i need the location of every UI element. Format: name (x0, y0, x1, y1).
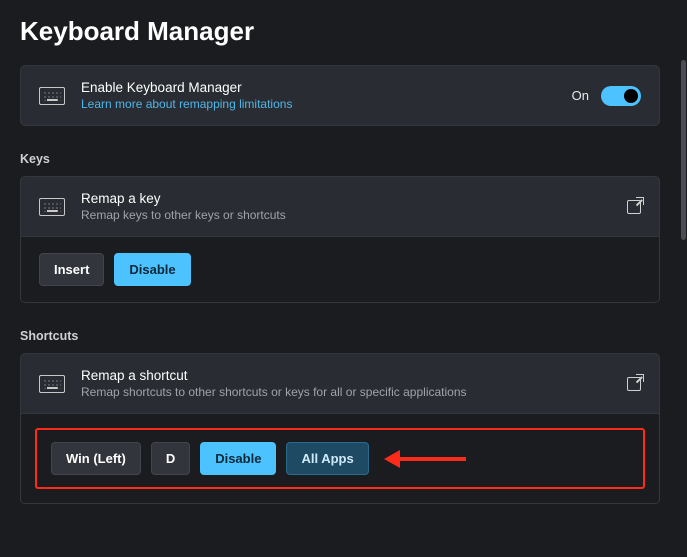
key-chip-target[interactable]: Disable (114, 253, 190, 286)
shortcut-chip-disable[interactable]: Disable (200, 442, 276, 475)
enable-keyboard-manager-card: Enable Keyboard Manager Learn more about… (20, 65, 660, 126)
open-remap-shortcut-icon[interactable] (627, 377, 641, 391)
shortcut-chip-win[interactable]: Win (Left) (51, 442, 141, 475)
remap-key-sub: Remap keys to other keys or shortcuts (81, 208, 611, 222)
key-mappings-row: Insert Disable (20, 237, 660, 303)
remap-shortcut-title: Remap a shortcut (81, 368, 611, 383)
key-chip-source[interactable]: Insert (39, 253, 104, 286)
keyboard-icon (39, 87, 65, 105)
annotation-arrow (386, 454, 466, 464)
annotation-highlight-box: Win (Left) D Disable All Apps (35, 428, 645, 489)
scrollbar-thumb[interactable] (681, 60, 686, 240)
keyboard-icon (39, 198, 65, 216)
scrollbar-track[interactable] (680, 0, 687, 557)
shortcuts-section-label: Shortcuts (0, 303, 680, 353)
remap-key-card[interactable]: Remap a key Remap keys to other keys or … (20, 176, 660, 237)
keyboard-icon (39, 375, 65, 393)
enable-title: Enable Keyboard Manager (81, 80, 556, 95)
toggle-state-label: On (572, 88, 589, 103)
remap-shortcut-card[interactable]: Remap a shortcut Remap shortcuts to othe… (20, 353, 660, 414)
open-remap-key-icon[interactable] (627, 200, 641, 214)
remap-shortcut-sub: Remap shortcuts to other shortcuts or ke… (81, 385, 611, 399)
shortcut-chip-allapps[interactable]: All Apps (286, 442, 368, 475)
page-title: Keyboard Manager (0, 0, 680, 65)
enable-toggle[interactable] (601, 86, 641, 106)
keys-section-label: Keys (0, 126, 680, 176)
shortcut-chip-d[interactable]: D (151, 442, 190, 475)
shortcut-mappings-row: Win (Left) D Disable All Apps (20, 414, 660, 504)
remap-key-title: Remap a key (81, 191, 611, 206)
learn-more-link[interactable]: Learn more about remapping limitations (81, 97, 556, 111)
